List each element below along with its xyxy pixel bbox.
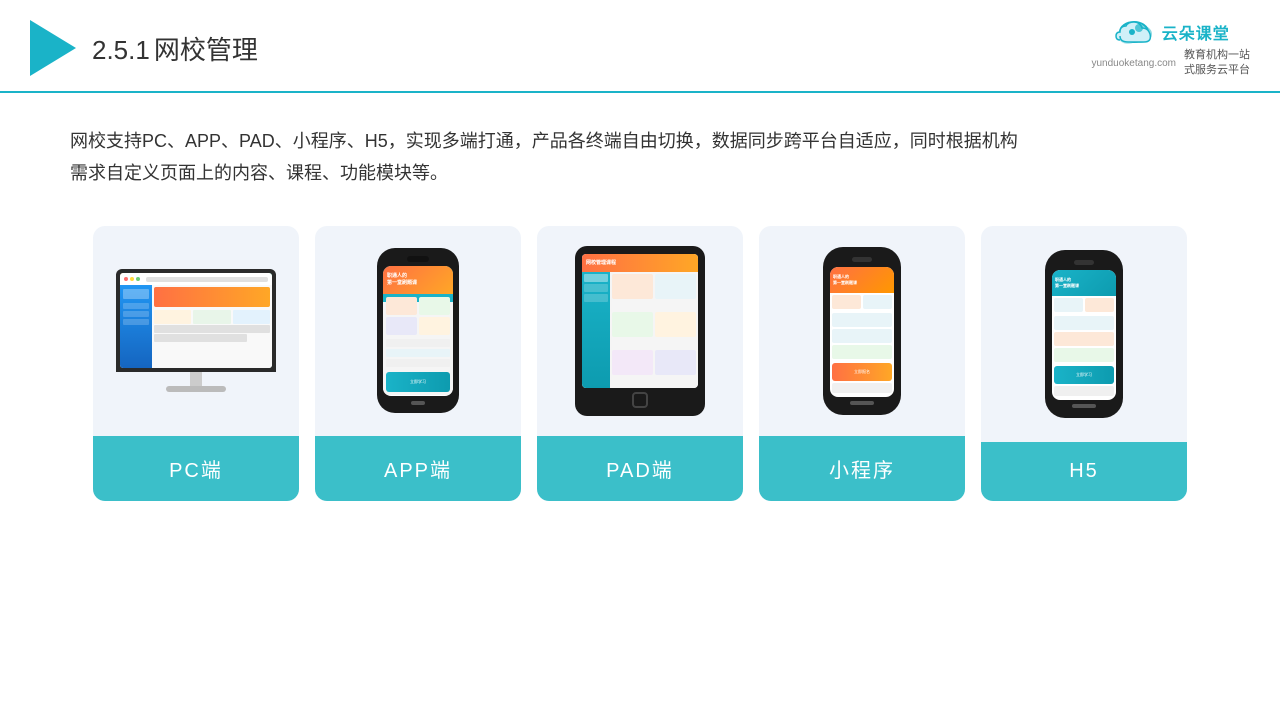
card-pc-label: PC端 bbox=[93, 436, 299, 501]
tablet-mockup: 网校管理课程 bbox=[575, 246, 705, 416]
brand-slogan: 教育机构一站 式服务云平台 bbox=[1184, 48, 1250, 79]
h5-mockup: 职通人的第一堂刷题课 立 bbox=[1045, 250, 1123, 418]
cloud-icon bbox=[1112, 18, 1156, 46]
monitor-screen bbox=[120, 273, 272, 368]
phone-mockup-app: 职通人的第一堂刷题课 bbox=[377, 248, 459, 413]
mini-phone-frame-h5: 职通人的第一堂刷题课 立 bbox=[1045, 250, 1123, 418]
page-title: 2.5.1网校管理 bbox=[92, 30, 258, 67]
header-left: 2.5.1网校管理 bbox=[30, 20, 258, 76]
card-app-image: 职通人的第一堂刷题课 bbox=[315, 226, 521, 436]
card-pad: 网校管理课程 bbox=[537, 226, 743, 501]
card-miniprogram-image: 职通人的第一堂刷题课 立 bbox=[759, 226, 965, 436]
mini-phone-home-bar-h5 bbox=[1072, 404, 1096, 408]
card-h5-image: 职通人的第一堂刷题课 立 bbox=[981, 226, 1187, 442]
mini-phone-frame-mp: 职通人的第一堂刷题课 立 bbox=[823, 247, 901, 415]
monitor-mockup bbox=[116, 269, 276, 392]
tablet-home-btn bbox=[632, 392, 648, 408]
phone-frame-app: 职通人的第一堂刷题课 bbox=[377, 248, 459, 413]
card-h5-label: H5 bbox=[981, 442, 1187, 501]
tablet-frame: 网校管理课程 bbox=[575, 246, 705, 416]
section-number: 2.5.1 bbox=[92, 35, 150, 65]
brand-url: yunduoketang.com bbox=[1091, 58, 1176, 69]
phone-notch bbox=[407, 256, 429, 262]
description-text: 网校支持PC、APP、PAD、小程序、H5，实现多端打通，产品各终端自由切换，数… bbox=[0, 93, 1100, 206]
cards-section: PC端 职通人的第一堂刷题课 bbox=[0, 206, 1280, 521]
card-app: 职通人的第一堂刷题课 bbox=[315, 226, 521, 501]
mini-phone-notch bbox=[852, 257, 872, 262]
card-pad-label: PAD端 bbox=[537, 436, 743, 501]
card-h5: 职通人的第一堂刷题课 立 bbox=[981, 226, 1187, 501]
phone-home-btn bbox=[411, 401, 425, 405]
monitor-neck bbox=[190, 372, 202, 386]
mini-phone-screen-mp: 职通人的第一堂刷题课 立 bbox=[830, 267, 894, 397]
card-miniprogram: 职通人的第一堂刷题课 立 bbox=[759, 226, 965, 501]
logo-triangle-icon bbox=[30, 20, 76, 76]
miniprogram-mockup: 职通人的第一堂刷题课 立 bbox=[823, 247, 901, 415]
card-miniprogram-label: 小程序 bbox=[759, 436, 965, 501]
mini-phone-notch-h5 bbox=[1074, 260, 1094, 265]
brand-logo: 云朵课堂 yunduoketang.com 教育机构一站 式服务云平台 bbox=[1091, 18, 1250, 79]
card-pc-image bbox=[93, 226, 299, 436]
brand-icon-area: 云朵课堂 bbox=[1112, 18, 1230, 46]
card-pad-image: 网校管理课程 bbox=[537, 226, 743, 436]
brand-name: 云朵课堂 bbox=[1162, 20, 1230, 44]
card-pc: PC端 bbox=[93, 226, 299, 501]
phone-screen-app: 职通人的第一堂刷题课 bbox=[383, 266, 453, 396]
monitor-frame bbox=[116, 269, 276, 372]
page-header: 2.5.1网校管理 云朵课堂 yunduoketang.com 教育机构一站 式… bbox=[0, 0, 1280, 93]
description-paragraph: 网校支持PC、APP、PAD、小程序、H5，实现多端打通，产品各终端自由切换，数… bbox=[70, 125, 1030, 190]
monitor-base bbox=[166, 386, 226, 392]
section-title: 网校管理 bbox=[154, 35, 258, 65]
tablet-screen: 网校管理课程 bbox=[582, 254, 698, 388]
card-app-label: APP端 bbox=[315, 436, 521, 501]
mini-phone-screen-h5: 职通人的第一堂刷题课 立 bbox=[1052, 270, 1116, 400]
mini-phone-home-bar-mp bbox=[850, 401, 874, 405]
